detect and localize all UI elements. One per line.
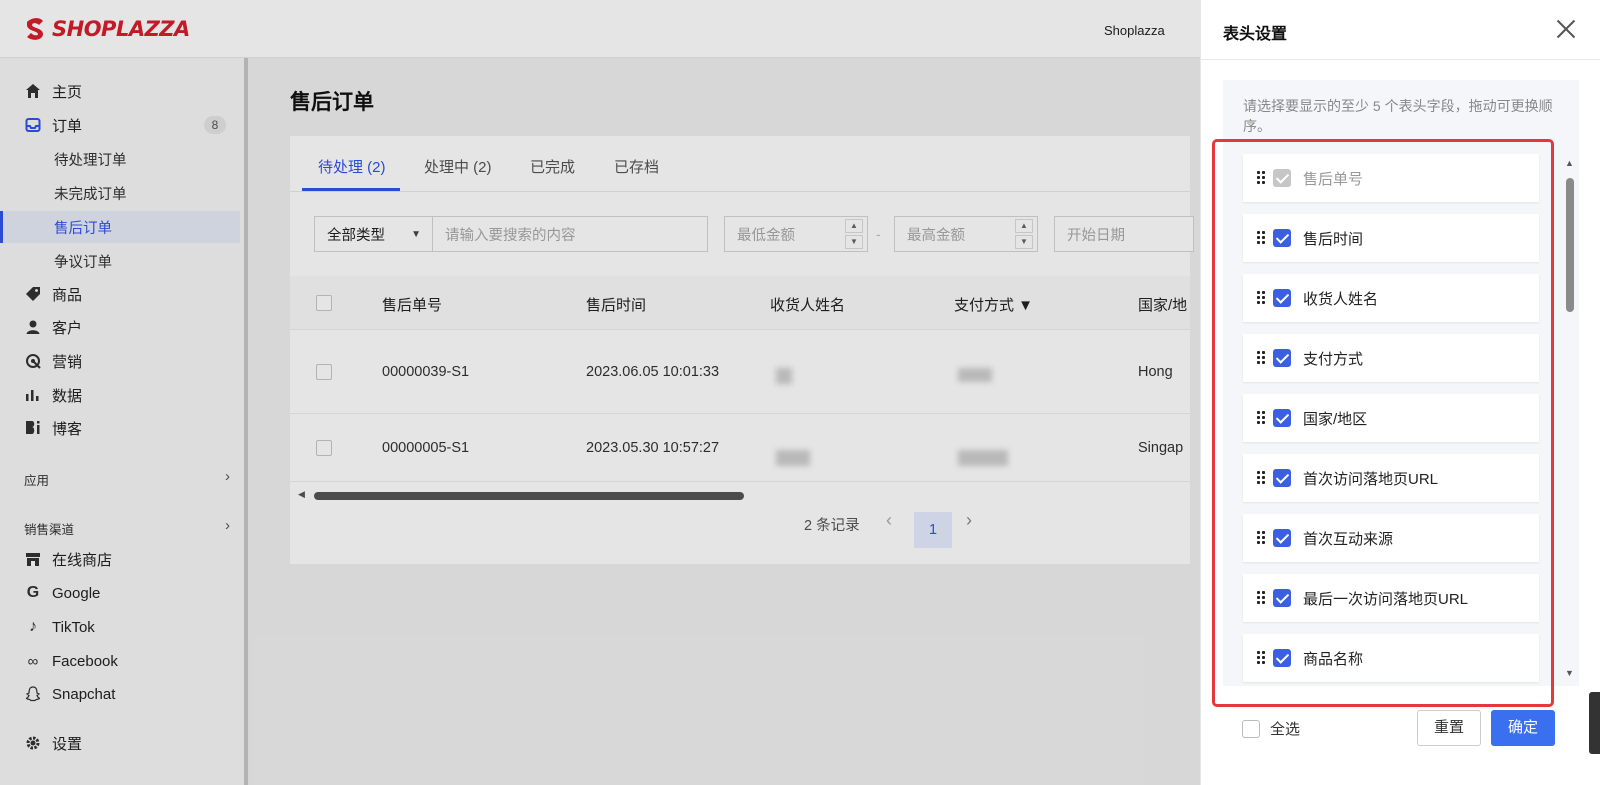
scroll-thumb[interactable] (1566, 178, 1574, 312)
field-label: 首次访问落地页URL (1303, 470, 1439, 488)
drag-handle-icon[interactable] (1257, 471, 1267, 485)
field-label: 售后单号 (1303, 170, 1364, 188)
scroll-up-icon[interactable]: ▲ (1565, 158, 1574, 168)
field-checkbox[interactable] (1273, 349, 1291, 367)
column-field-item[interactable]: 售后时间 (1243, 214, 1539, 262)
select-all-checkbox[interactable]: 全选 (1242, 718, 1300, 739)
field-checkbox[interactable] (1273, 469, 1291, 487)
drag-handle-icon[interactable] (1257, 171, 1267, 185)
column-field-item[interactable]: 最后一次访问落地页URL (1243, 574, 1539, 622)
drag-handle-icon[interactable] (1257, 411, 1267, 425)
column-field-item[interactable]: 收货人姓名 (1243, 274, 1539, 322)
column-field-item[interactable]: 首次互动来源 (1243, 514, 1539, 562)
field-label: 收货人姓名 (1303, 290, 1379, 308)
column-field-item[interactable]: 商品名称 (1243, 634, 1539, 682)
field-label: 商品名称 (1303, 650, 1364, 668)
field-checkbox[interactable] (1273, 409, 1291, 427)
column-field-item[interactable]: 国家/地区 (1243, 394, 1539, 442)
scroll-down-icon[interactable]: ▼ (1565, 668, 1574, 678)
field-checkbox[interactable] (1273, 529, 1291, 547)
select-all-label: 全选 (1270, 721, 1301, 738)
column-field-item[interactable]: 支付方式 (1243, 334, 1539, 382)
field-checkbox[interactable] (1273, 589, 1291, 607)
column-settings-drawer: 表头设置 请选择要显示的至少 5 个表头字段，拖动可更换顺序。 售后单号 售后时… (1200, 0, 1600, 785)
field-label: 支付方式 (1303, 350, 1364, 368)
drag-handle-icon[interactable] (1257, 231, 1267, 245)
drag-handle-icon[interactable] (1257, 351, 1267, 365)
confirm-button[interactable]: 确定 (1491, 710, 1555, 746)
drawer-footer: 全选 重置 确定 (1242, 710, 1558, 746)
field-checkbox[interactable] (1273, 289, 1291, 307)
field-label: 最后一次访问落地页URL (1303, 590, 1469, 608)
field-label: 首次互动来源 (1303, 530, 1394, 548)
drag-handle-icon[interactable] (1257, 291, 1267, 305)
drag-handle-icon[interactable] (1257, 531, 1267, 545)
drawer-title: 表头设置 (1223, 26, 1288, 43)
field-label: 售后时间 (1303, 230, 1364, 248)
drawer-header: 表头设置 (1201, 0, 1600, 60)
column-field-list: 售后单号 售后时间 收货人姓名 支付方式 国家/地区 首次访问落地页URL 首次… (1223, 142, 1579, 686)
column-field-item[interactable]: 首次访问落地页URL (1243, 454, 1539, 502)
floating-side-widget[interactable] (1589, 692, 1600, 754)
column-field-item[interactable]: 售后单号 (1243, 154, 1539, 202)
checkbox-box[interactable] (1242, 719, 1260, 738)
drag-handle-icon[interactable] (1257, 591, 1267, 605)
reset-button[interactable]: 重置 (1417, 710, 1481, 746)
field-checkbox[interactable] (1273, 229, 1291, 247)
drag-handle-icon[interactable] (1257, 651, 1267, 665)
drawer-hint: 请选择要显示的至少 5 个表头字段，拖动可更换顺序。 (1223, 80, 1579, 142)
field-label: 国家/地区 (1303, 410, 1368, 428)
field-list-scrollbar[interactable]: ▲ ▼ (1564, 158, 1576, 680)
field-checkbox[interactable] (1273, 649, 1291, 667)
field-checkbox (1273, 169, 1291, 187)
close-icon[interactable] (1553, 16, 1579, 42)
